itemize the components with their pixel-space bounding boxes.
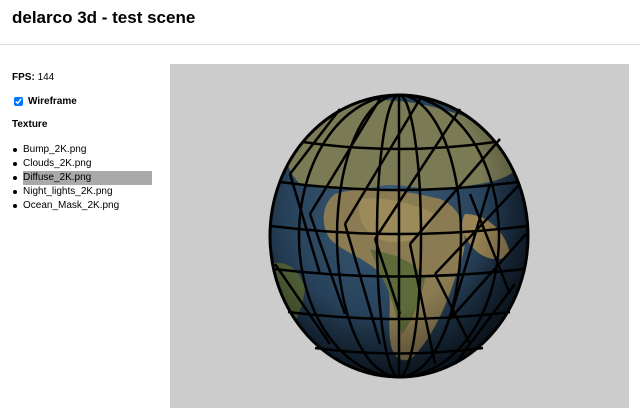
texture-item-clouds[interactable]: Clouds_2K.png [12,157,152,171]
texture-heading: Texture [12,119,48,130]
page-header: delarco 3d - test scene [0,0,640,45]
earth-globe-render[interactable] [170,64,629,408]
page-title: delarco 3d - test scene [12,8,196,27]
texture-list: Bump_2K.png Clouds_2K.png Diffuse_2K.png… [12,143,152,213]
fps-value: 144 [37,72,55,83]
fps-label: FPS: [12,72,35,83]
render-viewport[interactable] [170,64,629,408]
wireframe-checkbox[interactable] [14,97,23,106]
wireframe-label[interactable]: Wireframe [28,96,77,107]
texture-item-ocean-mask[interactable]: Ocean_Mask_2K.png [12,199,152,213]
texture-item-diffuse[interactable]: Diffuse_2K.png [12,171,152,185]
fps-readout: FPS: 144 [12,72,54,83]
wireframe-toggle[interactable]: Wireframe [12,96,77,107]
texture-item-bump[interactable]: Bump_2K.png [12,143,152,157]
texture-item-night-lights[interactable]: Night_lights_2K.png [12,185,152,199]
